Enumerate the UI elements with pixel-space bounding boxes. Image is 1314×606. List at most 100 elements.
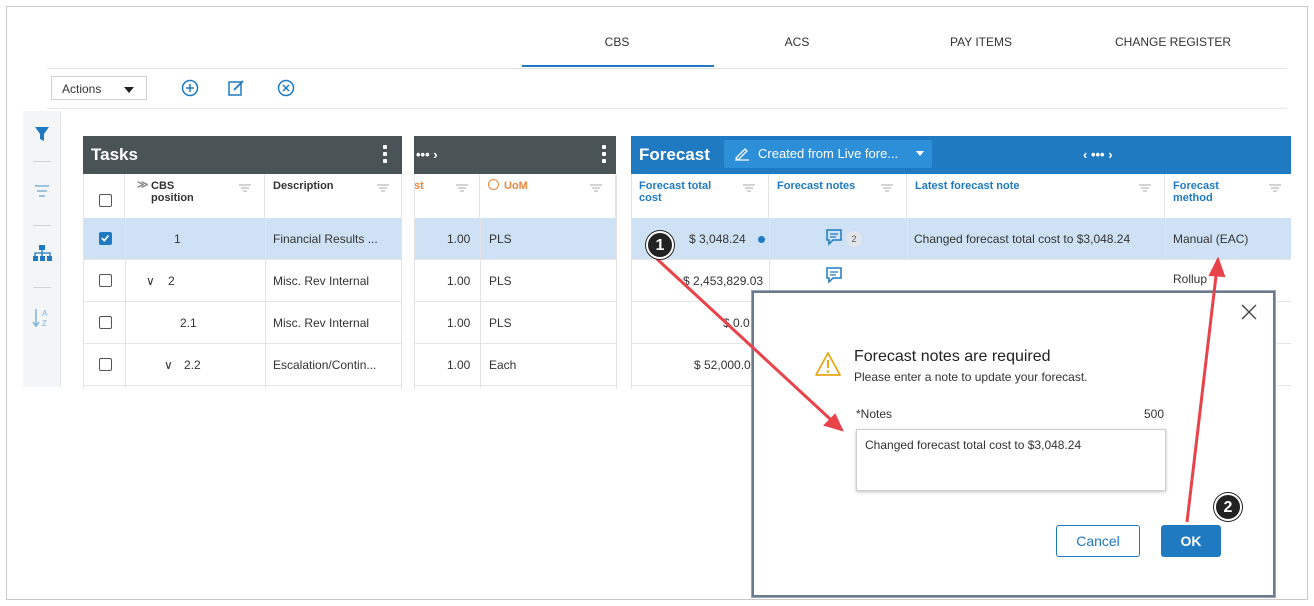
cbs-position: 2: [168, 274, 175, 288]
edit-icon[interactable]: [226, 78, 246, 98]
column-header-forecast-total-cost[interactable]: Forecast total cost: [631, 174, 769, 218]
expand-toggle[interactable]: ∨: [164, 358, 173, 372]
rail-divider: [33, 287, 51, 288]
column-divider: [1165, 218, 1166, 260]
notes-char-limit: 500: [1144, 407, 1165, 421]
select-all-column: [83, 174, 125, 218]
add-icon[interactable]: [180, 78, 200, 98]
cbs-position: 2.2: [184, 358, 201, 372]
filter-lines-icon[interactable]: [1269, 184, 1281, 192]
filter-lines-icon[interactable]: [881, 184, 893, 192]
filter-lines-icon[interactable]: [1139, 184, 1151, 192]
columns-panel-header: ••• ›: [414, 136, 616, 174]
caret-down-icon: [124, 87, 134, 93]
table-row[interactable]: 1 Financial Results ...: [84, 218, 401, 260]
column-divider: [480, 218, 481, 388]
tasks-title: Tasks: [91, 145, 138, 164]
cancel-circle-icon[interactable]: [276, 78, 296, 98]
row-description: Misc. Rev Internal: [273, 316, 370, 330]
filter-lines-icon[interactable]: [456, 184, 468, 192]
actions-dropdown[interactable]: Actions: [51, 76, 147, 100]
notes-textarea[interactable]: Changed forecast total cost to $3,048.24: [856, 429, 1166, 491]
row-checkbox[interactable]: [99, 274, 112, 287]
table-row[interactable]: 1.00 PLS: [415, 260, 616, 302]
warning-icon: [815, 352, 841, 376]
cancel-button[interactable]: Cancel: [1056, 525, 1140, 557]
column-label: st: [414, 180, 424, 192]
tabs-divider: [47, 68, 1287, 69]
svg-text:A: A: [42, 309, 48, 318]
tab-cbs[interactable]: CBS: [587, 35, 647, 49]
cbs-position: 2.1: [180, 316, 197, 330]
forecast-panel-header: Forecast Created from Live fore... ‹ •••…: [631, 136, 1291, 174]
column-divider: [125, 218, 126, 388]
forecast-total-cost[interactable]: $ 52,000.0: [694, 358, 751, 372]
forecast-method: Rollup: [1173, 272, 1208, 286]
row-checkbox[interactable]: [99, 232, 112, 245]
filter-lines-icon[interactable]: [239, 184, 251, 192]
row-checkbox[interactable]: [99, 358, 112, 371]
tab-acs[interactable]: ACS: [767, 35, 827, 49]
modified-dot-icon: [758, 236, 765, 243]
active-tab-indicator: [522, 65, 714, 67]
forecast-view-label: Created from Live fore...: [758, 146, 899, 161]
column-header-forecast-notes[interactable]: Forecast notes: [769, 174, 907, 218]
rail-divider: [33, 161, 51, 162]
panel-pager[interactable]: ••• ›: [416, 147, 438, 162]
dialog-message: Please enter a note to update your forec…: [854, 370, 1088, 384]
row-checkbox[interactable]: [99, 316, 112, 329]
panel-pager[interactable]: ‹ ••• ›: [1083, 147, 1113, 162]
expand-toggle[interactable]: ∨: [146, 274, 155, 288]
tab-change-register[interactable]: CHANGE REGISTER: [1103, 35, 1243, 49]
column-header-cbs-position[interactable]: ≫ CBS position: [125, 174, 265, 218]
column-header-description[interactable]: Description: [265, 174, 402, 218]
comment-icon[interactable]: [825, 228, 843, 246]
column-label: Latest forecast note: [915, 180, 1020, 192]
filter-lines-icon[interactable]: [377, 184, 389, 192]
sort-az-icon[interactable]: A Z: [23, 299, 61, 337]
collapse-all-icon[interactable]: ≫: [137, 178, 149, 191]
hierarchy-icon[interactable]: [23, 235, 61, 273]
table-row[interactable]: 1.00 PLS: [415, 302, 616, 344]
ok-button[interactable]: OK: [1161, 525, 1221, 557]
table-row[interactable]: 2.1 Misc. Rev Internal: [84, 302, 401, 344]
forecast-total-cost[interactable]: $ 2,453,829.03: [683, 274, 763, 288]
quantity: 1.00: [447, 316, 471, 330]
filter-lines-icon[interactable]: [743, 184, 755, 192]
column-label: CBS position: [151, 180, 194, 204]
table-row[interactable]: 1.00 Each: [415, 344, 616, 386]
filter-lines-icon[interactable]: [23, 173, 61, 211]
uom: PLS: [489, 274, 512, 288]
panel-border: [401, 174, 402, 389]
column-divider: [907, 218, 908, 260]
forecast-total-cost[interactable]: $ 3,048.24: [689, 232, 746, 246]
more-vertical-icon[interactable]: [383, 145, 387, 166]
column-header-forecast-method[interactable]: Forecast method: [1165, 174, 1291, 218]
filter-icon[interactable]: [23, 115, 61, 153]
uom: PLS: [489, 316, 512, 330]
filter-lines-icon[interactable]: [590, 184, 602, 192]
select-all-checkbox[interactable]: [99, 194, 112, 207]
tasks-panel-header: Tasks: [83, 136, 402, 174]
table-row[interactable]: ∨ 2.2 Escalation/Contin...: [84, 344, 401, 386]
more-vertical-icon[interactable]: [602, 145, 606, 166]
table-row[interactable]: $ 3,048.24 2 Changed forecast total cost…: [632, 218, 1291, 260]
tab-pay-items[interactable]: PAY ITEMS: [941, 35, 1021, 49]
column-header-uom[interactable]: UoM: [480, 174, 616, 218]
column-label: Description: [273, 180, 334, 192]
forecast-total-cost[interactable]: $ 0.0: [723, 316, 750, 330]
comment-icon[interactable]: [825, 266, 843, 284]
table-row[interactable]: ∨ 2 Misc. Rev Internal: [84, 260, 401, 302]
column-header-latest-forecast-note[interactable]: Latest forecast note: [907, 174, 1165, 218]
row-description: Escalation/Contin...: [273, 358, 377, 372]
app-frame: CBS ACS PAY ITEMS CHANGE REGISTER Action…: [6, 6, 1308, 600]
required-icon: [488, 179, 499, 190]
step-callout-1: 1: [646, 231, 674, 259]
forecast-view-selector[interactable]: Created from Live fore...: [724, 140, 932, 168]
column-divider: [265, 218, 266, 388]
close-icon[interactable]: [1240, 303, 1258, 321]
forecast-title: Forecast: [639, 145, 710, 164]
column-header-partial[interactable]: st: [414, 174, 480, 218]
table-row[interactable]: 1.00 PLS: [415, 218, 616, 260]
quantity: 1.00: [447, 232, 471, 246]
